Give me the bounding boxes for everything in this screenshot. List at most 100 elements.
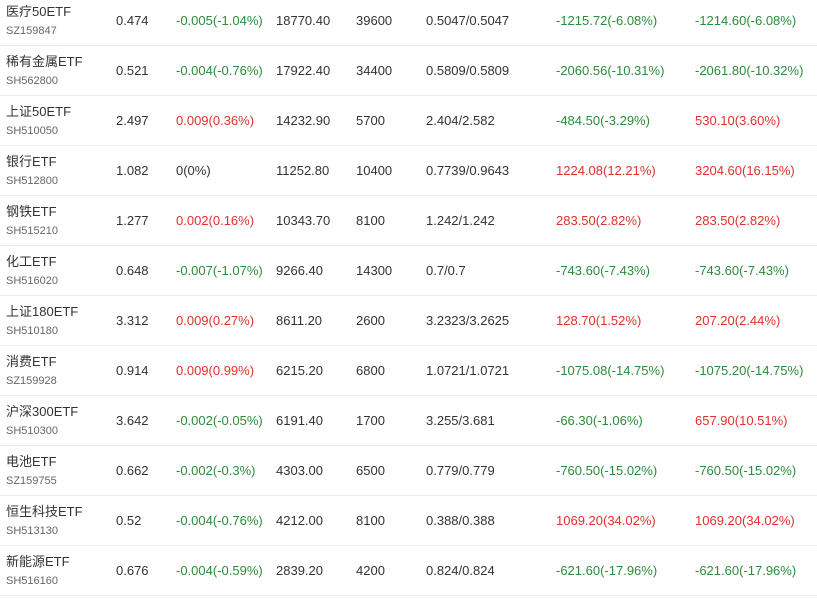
table-row[interactable]: 恒生科技ETF SH513130 0.52 -0.004(-0.76%) 4212.00… [0,496,817,546]
total-profit-value: 283.50(2.82%) [695,213,781,228]
price-cell: 1.277 [116,196,176,245]
volume-value: 14300 [356,263,393,278]
price-cell: 0.521 [116,46,176,95]
fund-name-cell[interactable]: 稀有金属ETF SH562800 [0,46,116,95]
table-row[interactable]: 化工ETF SH516020 0.648 -0.007(-1.07%) 9266.40 1… [0,246,817,296]
fund-name[interactable]: 钢铁ETF [6,203,57,220]
volume-cell: 14300 [356,246,426,295]
fund-code: SZ159928 [6,374,57,387]
price-cell: 0.676 [116,546,176,595]
total-profit-value: -621.60(-17.96%) [695,563,797,578]
profit-value: -484.50(-3.29%) [556,113,650,128]
fund-name-cell[interactable]: 恒生科技ETF SH513130 [0,496,116,545]
fund-name[interactable]: 电池ETF [6,453,57,470]
volume-value: 1700 [356,413,385,428]
fund-name[interactable]: 上证50ETF [6,103,71,120]
amount-value: 4212.00 [276,513,323,528]
fund-name[interactable]: 新能源ETF [6,553,70,570]
cost-range-cell: 0.7739/0.9643 [426,146,556,195]
change-cell: 0.002(0.16%) [176,196,276,245]
total-profit-cell: -760.50(-15.02%) [695,446,815,495]
total-profit-value: 207.20(2.44%) [695,313,781,328]
fund-name-cell[interactable]: 新能源ETF SH516160 [0,546,116,595]
table-row[interactable]: 稀有金属ETF SH562800 0.521 -0.004(-0.76%) 17922.… [0,46,817,96]
price-cell: 0.474 [116,0,176,45]
profit-cell: 1069.20(34.02%) [556,496,695,545]
table-row[interactable]: 钢铁ETF SH515210 1.277 0.002(0.16%) 10343.70 81… [0,196,817,246]
fund-name[interactable]: 上证180ETF [6,303,78,320]
table-row[interactable]: 沪深300ETF SH510300 3.642 -0.002(-0.05%) 6191.… [0,396,817,446]
table-row[interactable]: 银行ETF SH512800 1.082 0(0%) 11252.80 10400 0.77… [0,146,817,196]
total-profit-value: 530.10(3.60%) [695,113,781,128]
fund-name-cell[interactable]: 消费ETF SZ159928 [0,346,116,395]
volume-value: 10400 [356,163,393,178]
fund-code: SH510180 [6,324,58,337]
change-value: -0.004(-0.76%) [176,63,263,78]
total-profit-cell: -621.60(-17.96%) [695,546,815,595]
cost-range-value: 3.2323/3.2625 [426,313,510,328]
fund-name-cell[interactable]: 钢铁ETF SH515210 [0,196,116,245]
fund-name-cell[interactable]: 沪深300ETF SH510300 [0,396,116,445]
table-row[interactable]: 上证50ETF SH510050 2.497 0.009(0.36%) 14232.90… [0,96,817,146]
fund-name[interactable]: 稀有金属ETF [6,53,83,70]
volume-value: 4200 [356,563,385,578]
price-value: 0.648 [116,263,149,278]
fund-name-cell[interactable]: 上证180ETF SH510180 [0,296,116,345]
amount-value: 10343.70 [276,213,331,228]
profit-cell: 283.50(2.82%) [556,196,695,245]
cost-range-value: 0.5809/0.5809 [426,63,510,78]
fund-name-cell[interactable]: 医疗50ETF SZ159847 [0,0,116,45]
change-cell: 0.009(0.27%) [176,296,276,345]
cost-range-cell: 0.388/0.388 [426,496,556,545]
table-row[interactable]: 新能源ETF SH516160 0.676 -0.004(-0.59%) 2839.20… [0,546,817,596]
amount-cell: 14232.90 [276,96,356,145]
total-profit-cell: 3204.60(16.15%) [695,146,815,195]
price-cell: 2.497 [116,96,176,145]
amount-value: 8611.20 [276,313,323,328]
cost-range-cell: 3.2323/3.2625 [426,296,556,345]
price-value: 0.521 [116,63,149,78]
fund-code: SH516020 [6,274,58,287]
fund-code: SH510300 [6,424,58,437]
profit-value: -621.60(-17.96%) [556,563,658,578]
fund-name[interactable]: 化工ETF [6,253,57,270]
fund-name[interactable]: 沪深300ETF [6,403,78,420]
fund-name-cell[interactable]: 银行ETF SH512800 [0,146,116,195]
change-value: 0.009(0.27%) [176,313,255,328]
change-value: 0(0%) [176,163,211,178]
price-value: 0.662 [116,463,149,478]
volume-value: 39600 [356,13,393,28]
table-row[interactable]: 医疗50ETF SZ159847 0.474 -0.005(-1.04%) 18770.… [0,0,817,46]
price-cell: 1.082 [116,146,176,195]
table-row[interactable]: 上证180ETF SH510180 3.312 0.009(0.27%) 8611.20… [0,296,817,346]
volume-cell: 4200 [356,546,426,595]
profit-value: -743.60(-7.43%) [556,263,650,278]
price-value: 3.312 [116,313,149,328]
change-cell: -0.004(-0.59%) [176,546,276,595]
profit-value: -760.50(-15.02%) [556,463,658,478]
change-value: -0.002(-0.05%) [176,413,263,428]
total-profit-cell: 283.50(2.82%) [695,196,815,245]
fund-name[interactable]: 银行ETF [6,153,57,170]
table-row[interactable]: 电池ETF SZ159755 0.662 -0.002(-0.3%) 4303.00 65… [0,446,817,496]
volume-cell: 1700 [356,396,426,445]
volume-cell: 8100 [356,496,426,545]
fund-name-cell[interactable]: 上证50ETF SH510050 [0,96,116,145]
fund-name-cell[interactable]: 电池ETF SZ159755 [0,446,116,495]
price-value: 3.642 [116,413,149,428]
change-value: 0.009(0.36%) [176,113,255,128]
cost-range-value: 0.5047/0.5047 [426,13,510,28]
amount-cell: 17922.40 [276,46,356,95]
total-profit-cell: 1069.20(34.02%) [695,496,815,545]
profit-value: 1069.20(34.02%) [556,513,656,528]
fund-name-cell[interactable]: 化工ETF SH516020 [0,246,116,295]
table-row[interactable]: 消费ETF SZ159928 0.914 0.009(0.99%) 6215.20 680… [0,346,817,396]
fund-name[interactable]: 恒生科技ETF [6,503,83,520]
price-cell: 0.52 [116,496,176,545]
total-profit-value: 657.90(10.51%) [695,413,788,428]
fund-name[interactable]: 医疗50ETF [6,3,71,20]
profit-value: -66.30(-1.06%) [556,413,643,428]
change-cell: -0.007(-1.07%) [176,246,276,295]
cost-range-value: 2.404/2.582 [426,113,495,128]
fund-name[interactable]: 消费ETF [6,353,57,370]
